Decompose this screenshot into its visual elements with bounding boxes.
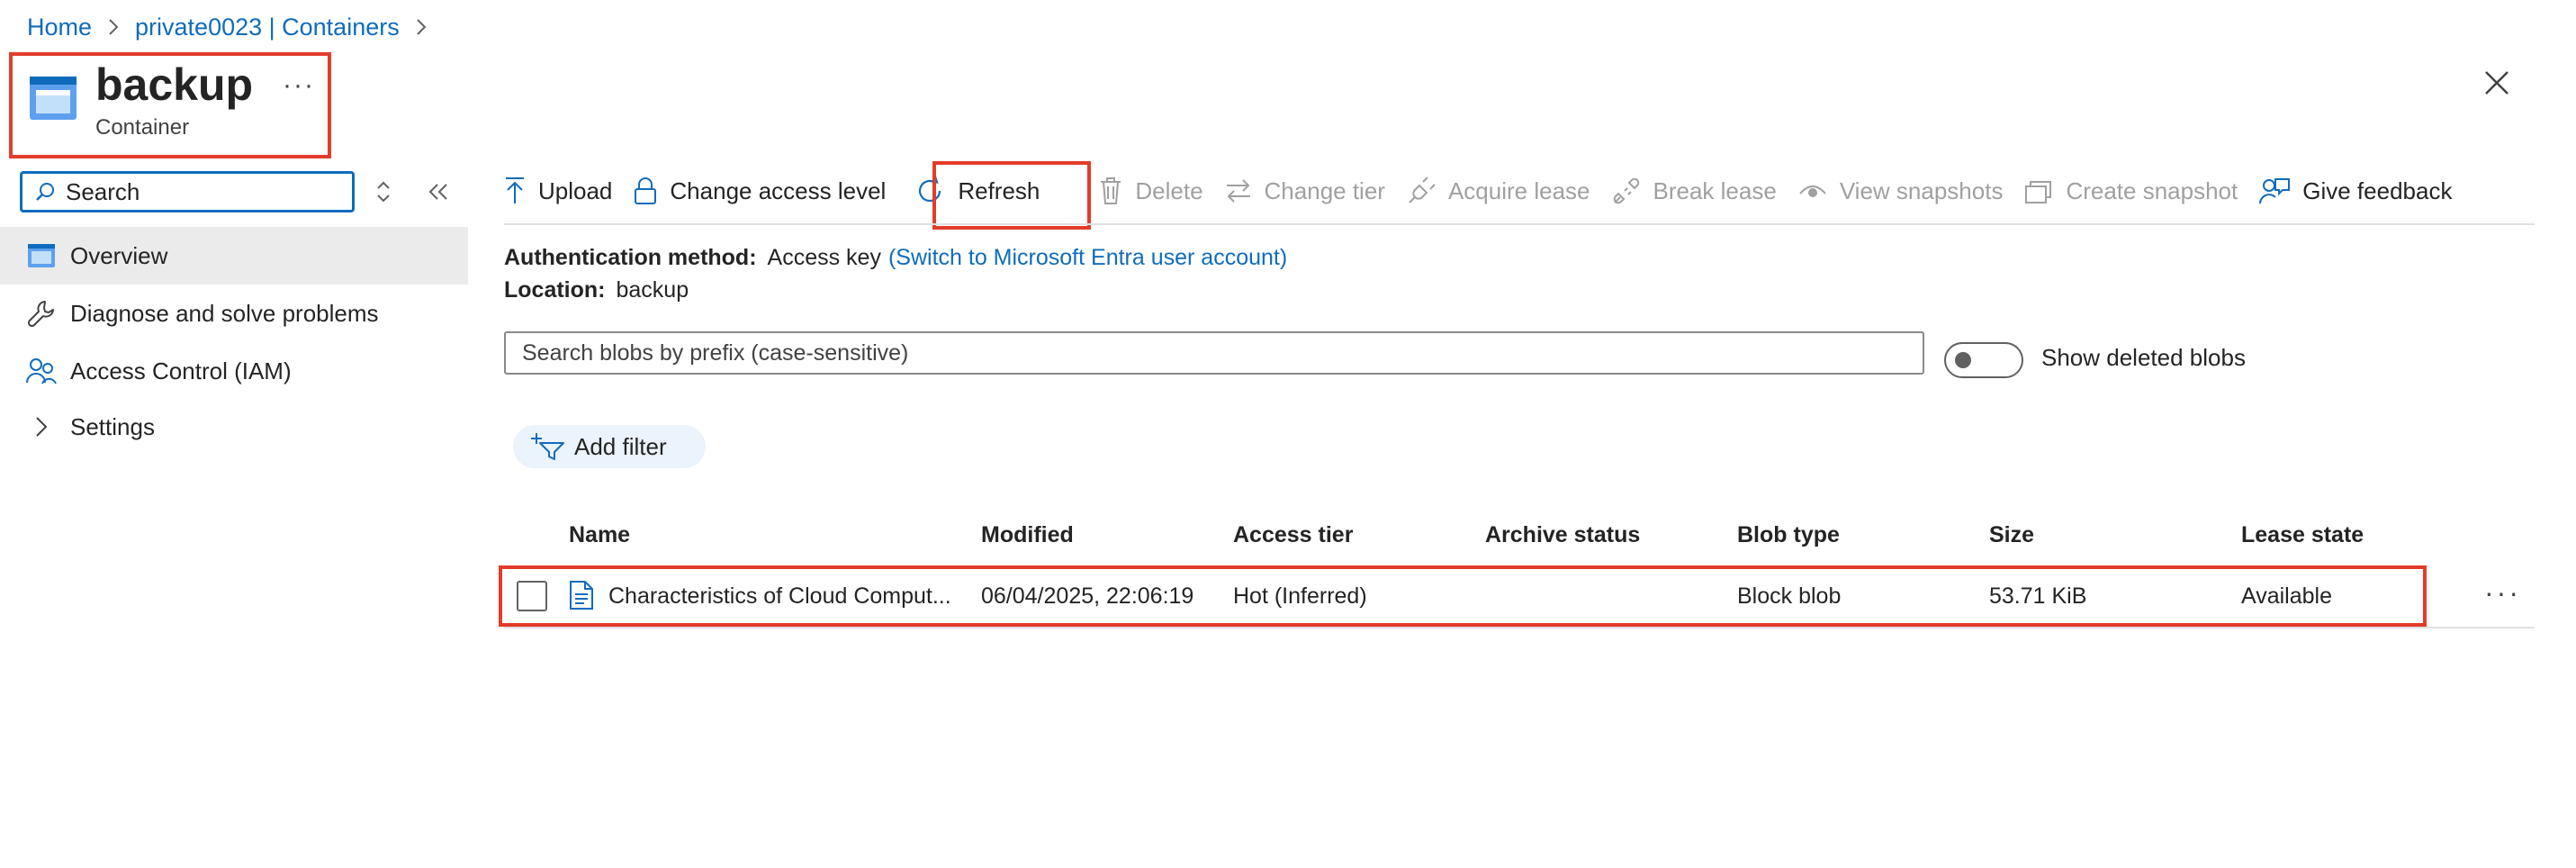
people-icon xyxy=(25,355,58,387)
trash-icon xyxy=(1099,176,1122,205)
create-snapshot-label: Create snapshot xyxy=(2066,176,2238,204)
unplug-icon xyxy=(1612,176,1641,205)
add-filter-button[interactable]: Add filter xyxy=(513,425,706,468)
show-deleted-toggle[interactable] xyxy=(1944,342,2023,378)
search-icon xyxy=(35,182,55,202)
nav-item-label: Settings xyxy=(70,412,155,440)
swap-arrows-icon xyxy=(1225,177,1252,204)
toggle-knob xyxy=(1955,352,1971,368)
toolbar-divider xyxy=(504,223,2535,225)
auth-method-row: Authentication method: Access key (Switc… xyxy=(504,245,1287,271)
acquire-lease-label: Acquire lease xyxy=(1447,176,1590,204)
chevron-right-icon xyxy=(25,411,58,443)
column-header-archive-status[interactable]: Archive status xyxy=(1485,522,1640,548)
refresh-highlight xyxy=(932,161,1091,230)
sort-updown-icon[interactable] xyxy=(374,178,392,205)
view-snapshots-button[interactable]: View snapshots xyxy=(1798,167,2004,214)
acquire-lease-button[interactable]: Acquire lease xyxy=(1407,167,1590,214)
container-icon xyxy=(29,76,77,121)
change-tier-label: Change tier xyxy=(1264,176,1385,204)
upload-label: Upload xyxy=(538,176,613,204)
delete-label: Delete xyxy=(1135,176,1203,204)
delete-button[interactable]: Delete xyxy=(1099,167,1203,214)
nav-search-input[interactable] xyxy=(64,176,338,207)
break-lease-label: Break lease xyxy=(1653,176,1777,204)
column-header-access-tier[interactable]: Access tier xyxy=(1233,522,1353,548)
location-value: backup xyxy=(616,277,689,303)
give-feedback-label: Give feedback xyxy=(2302,176,2453,204)
upload-icon xyxy=(504,176,526,205)
container-icon xyxy=(25,240,58,272)
break-lease-button[interactable]: Break lease xyxy=(1612,167,1777,214)
breadcrumb-home[interactable]: Home xyxy=(27,14,92,41)
eye-icon xyxy=(1798,181,1827,201)
add-filter-icon xyxy=(531,432,565,461)
nav-item-settings[interactable]: Settings xyxy=(0,398,468,456)
command-bar: Upload Change access level Refresh Delet… xyxy=(504,167,2473,214)
plug-icon xyxy=(1407,176,1436,205)
add-filter-label: Add filter xyxy=(574,432,667,460)
location-label: Location: xyxy=(504,277,606,303)
location-row: Location: backup xyxy=(504,277,689,303)
give-feedback-button[interactable]: Give feedback xyxy=(2259,167,2452,214)
column-header-blob-type[interactable]: Blob type xyxy=(1737,522,1840,548)
column-header-lease-state[interactable]: Lease state xyxy=(2241,522,2364,548)
nav-search-input-wrap[interactable] xyxy=(20,171,355,212)
blob-search-field[interactable] xyxy=(504,331,1924,375)
change-access-label: Change access level xyxy=(670,176,887,204)
snapshot-icon xyxy=(2024,177,2053,204)
auth-method-value: Access key xyxy=(767,245,881,270)
more-options-button[interactable]: ··· xyxy=(283,70,315,101)
chevron-right-icon xyxy=(416,18,427,36)
row-more-options-button[interactable]: ··· xyxy=(2484,576,2521,610)
show-deleted-label: Show deleted blobs xyxy=(2041,344,2246,371)
upload-button[interactable]: Upload xyxy=(504,167,612,214)
create-snapshot-button[interactable]: Create snapshot xyxy=(2024,167,2238,214)
collapse-nav-icon[interactable] xyxy=(427,178,450,205)
nav-item-label: Diagnose and solve problems xyxy=(70,299,379,327)
wrench-icon xyxy=(25,297,58,330)
column-header-modified[interactable]: Modified xyxy=(981,522,1074,548)
page-subtitle: Container xyxy=(95,115,190,140)
feedback-icon xyxy=(2259,176,2291,205)
blob-search-input[interactable] xyxy=(520,339,1874,367)
nav-item-label: Overview xyxy=(70,241,168,269)
lock-icon xyxy=(634,176,657,205)
close-icon[interactable] xyxy=(2484,70,2509,95)
chevron-right-icon xyxy=(108,18,119,36)
change-access-level-button[interactable]: Change access level xyxy=(634,167,886,214)
nav-item-diagnose[interactable]: Diagnose and solve problems xyxy=(0,285,468,342)
column-header-name[interactable]: Name xyxy=(569,522,630,548)
auth-method-label: Authentication method: xyxy=(504,245,757,270)
nav-item-overview[interactable]: Overview xyxy=(0,227,468,285)
column-header-size[interactable]: Size xyxy=(1989,522,2034,548)
nav-item-access-control[interactable]: Access Control (IAM) xyxy=(0,342,468,400)
row-divider xyxy=(504,627,2535,628)
row-highlight xyxy=(499,565,2427,627)
change-tier-button[interactable]: Change tier xyxy=(1225,167,1385,214)
view-snapshots-label: View snapshots xyxy=(1839,176,2004,204)
page-title: backup xyxy=(95,59,254,110)
breadcrumb: Home private0023 | Containers xyxy=(27,9,443,45)
switch-auth-link[interactable]: (Switch to Microsoft Entra user account) xyxy=(888,245,1287,271)
breadcrumb-containers[interactable]: private0023 | Containers xyxy=(135,14,400,41)
nav-item-label: Access Control (IAM) xyxy=(70,357,292,384)
